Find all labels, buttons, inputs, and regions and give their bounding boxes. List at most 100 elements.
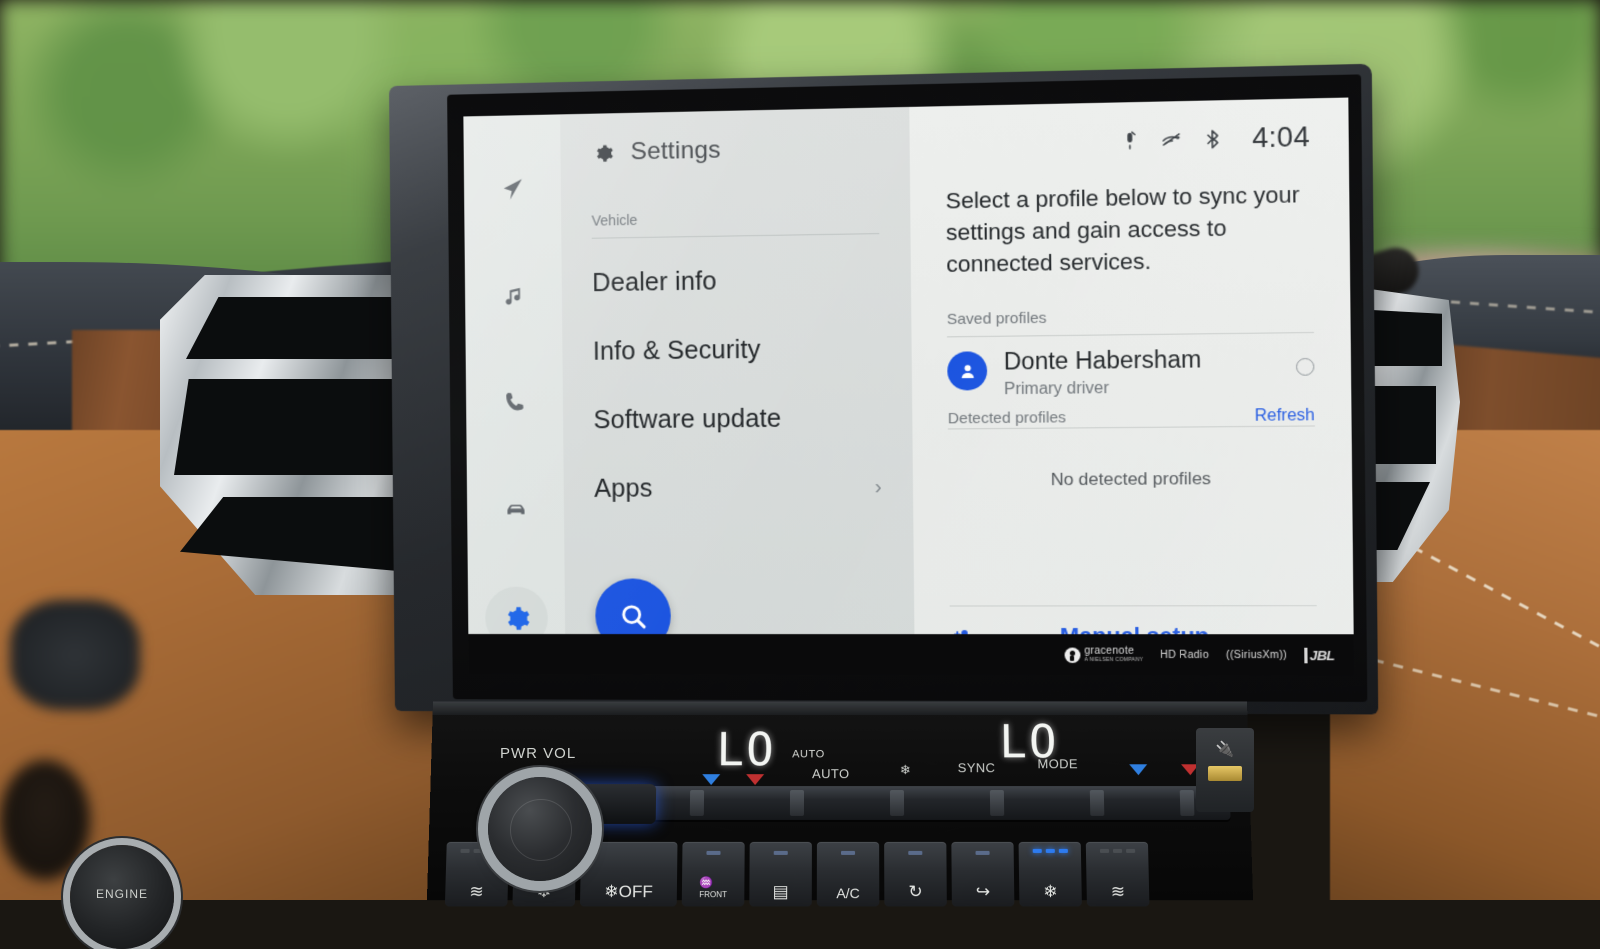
profile-name: Donte Habersham — [1003, 346, 1202, 376]
menu-item-software-update[interactable]: Software update — [593, 383, 881, 454]
led-indicator — [1099, 848, 1109, 853]
climate-button-seat-heater-right[interactable]: ≋ — [1085, 841, 1150, 907]
climate-button-recirculate[interactable]: ↻ — [884, 841, 947, 907]
search-icon — [617, 600, 649, 631]
detected-profiles-label: Detected profiles — [947, 409, 1067, 428]
profiles-intro-text: Select a profile below to sync your sett… — [945, 181, 1300, 277]
seat-heater-icon: ≋ — [1110, 882, 1126, 902]
rail-item-navigation[interactable] — [481, 157, 544, 220]
pwr-vol-knob[interactable] — [488, 777, 592, 881]
recirculate-air-icon: ↻ — [908, 882, 923, 902]
detected-profiles-header: Detected profiles Refresh — [948, 407, 1315, 429]
app-rail — [463, 114, 566, 672]
pane-header: Settings — [591, 108, 879, 193]
climate-button-ac[interactable]: A/C — [816, 841, 880, 907]
seat-cooler-icon: ❄ — [536, 882, 552, 902]
profile-row-donte-habersham[interactable]: Donte Habersham Primary driver — [947, 333, 1315, 400]
usb-icon: 🔌 — [1215, 741, 1235, 758]
rail-item-phone[interactable] — [483, 370, 546, 433]
auto-indicator: AUTO — [792, 748, 825, 761]
led-indicator — [473, 848, 483, 853]
led-indicator — [1058, 848, 1068, 853]
brand-subtitle: A NIELSEN COMPANY — [1084, 656, 1144, 663]
rear-defrost-icon: ▤ — [772, 882, 789, 902]
mode-button-label[interactable]: MODE — [1037, 756, 1078, 771]
menu-item-label: Apps — [594, 473, 653, 503]
fan-off-label: ❄OFF — [604, 882, 653, 902]
shifter-area — [0, 760, 90, 880]
refresh-button[interactable]: Refresh — [1255, 407, 1315, 426]
climate-button-rear-defrost[interactable]: ▤ — [749, 841, 812, 907]
left-console-blur — [10, 600, 140, 710]
pwr-vol-label: PWR VOL — [500, 745, 577, 762]
settings-menu-pane: Settings Vehicle Dealer info Info & Secu… — [560, 106, 915, 672]
vent-opening-left-top — [186, 297, 418, 359]
clock: 4:04 — [1252, 120, 1311, 153]
rail-item-media[interactable] — [482, 264, 545, 327]
button-leds — [1019, 848, 1081, 853]
auto-button-label[interactable]: AUTO — [812, 766, 849, 781]
phone-icon — [505, 392, 523, 410]
brand-name: HD Radio — [1160, 649, 1209, 661]
led-indicator — [1125, 848, 1135, 853]
temp-up-arrow-left[interactable] — [746, 774, 765, 786]
engine-start-button[interactable]: ENGINE — [70, 845, 174, 949]
infotainment-screen: Settings Vehicle Dealer info Info & Secu… — [389, 64, 1378, 715]
menu-section-divider — [591, 233, 880, 239]
climate-button-seat-cooler-right[interactable]: ❄ — [1018, 841, 1082, 907]
led-indicator — [706, 850, 721, 855]
vent-opening-left-mid — [174, 379, 418, 475]
seat-cooler-icon: ❄ — [1043, 882, 1058, 902]
temp-down-arrow-left[interactable] — [702, 774, 721, 786]
seat-heater-icon: ≋ — [469, 882, 484, 902]
led-indicator — [1112, 848, 1122, 853]
driver-attention-off-icon — [1160, 128, 1183, 150]
climate-button-fan-off[interactable]: ❄OFF — [579, 841, 678, 907]
front-defrost-icon: ♒ FRONT — [699, 877, 728, 900]
brand-jbl: JBL — [1304, 647, 1335, 663]
rail-item-vehicle[interactable] — [484, 477, 547, 540]
fan-icon[interactable]: ❄ — [900, 762, 911, 778]
avatar — [947, 351, 988, 391]
page-title: Settings — [630, 136, 721, 166]
ac-label: A/C — [836, 885, 860, 902]
display-surface: Settings Vehicle Dealer info Info & Secu… — [463, 97, 1355, 673]
navigation-arrow-icon — [503, 178, 522, 200]
chevron-right-icon: › — [874, 475, 882, 498]
saved-profiles-label: Saved profiles — [946, 309, 1047, 329]
climate-button-front-defrost[interactable]: ♒ FRONT — [681, 841, 745, 907]
fresh-air-icon: ↪ — [975, 882, 991, 902]
usb-port[interactable]: 🔌 — [1196, 728, 1254, 812]
climate-button-fresh-air[interactable]: ↪ — [951, 841, 1015, 907]
profile-role: Primary driver — [1004, 379, 1110, 399]
temp-down-arrow-right[interactable] — [1129, 764, 1148, 776]
vent-opening-left-bottom — [180, 497, 420, 573]
profiles-pane: 4:04 Select a profile below to sync your… — [909, 97, 1355, 673]
bottom-divider — [949, 605, 1317, 607]
slider-notch — [689, 790, 705, 816]
mic-muted-icon — [1119, 129, 1141, 151]
menu-item-label: Software update — [593, 403, 782, 434]
slider-notch — [1089, 790, 1105, 816]
menu-item-label: Info & Security — [592, 335, 761, 366]
menu-item-apps[interactable]: Apps › — [594, 452, 882, 523]
slider-notch — [889, 790, 905, 816]
brand-hd-radio: HD Radio — [1160, 649, 1209, 660]
led-indicator — [975, 850, 990, 855]
menu-item-label: Dealer info — [592, 266, 717, 297]
menu-item-dealer-info[interactable]: Dealer info — [592, 244, 880, 317]
gear-icon-header — [596, 144, 613, 162]
gear-icon — [507, 606, 529, 630]
gracenote-logo-icon — [1064, 647, 1081, 663]
brand-gracenote: gracenote A NIELSEN COMPANY — [1064, 646, 1144, 663]
status-bar: 4:04 — [945, 98, 1313, 182]
stack-top-trim — [432, 701, 1248, 716]
led-indicator — [908, 850, 923, 855]
slider-notch — [989, 790, 1005, 816]
person-icon — [961, 364, 974, 379]
led-indicator — [841, 850, 856, 855]
profile-radio-button[interactable] — [1295, 358, 1315, 377]
sync-button-label[interactable]: SYNC — [958, 760, 996, 775]
menu-item-info-security[interactable]: Info & Security — [593, 314, 881, 386]
brand-siriusxm: ((SiriusXm)) — [1226, 649, 1287, 660]
